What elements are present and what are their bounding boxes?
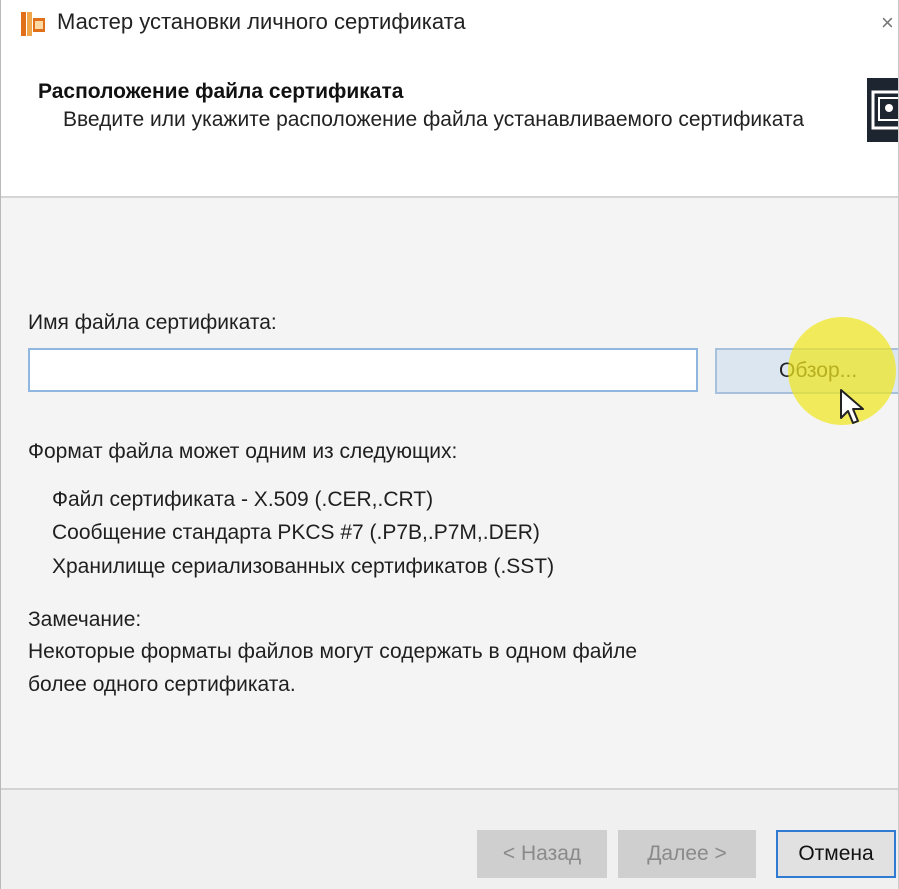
close-icon[interactable]: × — [881, 10, 894, 36]
note-line: более одного сертификата. — [28, 673, 296, 696]
note-heading: Замечание: — [28, 608, 142, 631]
mouse-pointer-icon — [840, 389, 864, 424]
certificate-header-icon — [867, 78, 898, 142]
title-bar: Мастер установки личного сертификата × — [1, 0, 898, 44]
formats-intro: Формат файла может одним из следующих: — [28, 440, 458, 463]
format-item: Сообщение стандарта PKCS #7 (.P7B,.P7M,.… — [52, 521, 540, 544]
back-button[interactable]: < Назад — [477, 830, 607, 878]
certificate-file-input[interactable] — [28, 348, 698, 392]
wizard-footer: < Назад Далее > Отмена — [1, 788, 898, 889]
certificate-wizard-window: Мастер установки личного сертификата × Р… — [0, 0, 899, 889]
window-title: Мастер установки личного сертификата — [57, 9, 466, 34]
page-title: Расположение файла сертификата — [38, 80, 404, 103]
wizard-header: Расположение файла сертификата Введите и… — [1, 44, 898, 198]
format-item: Хранилище сериализованных сертификатов (… — [52, 555, 555, 578]
cancel-button[interactable]: Отмена — [776, 830, 896, 878]
page-subtitle: Введите или укажите расположение файла у… — [63, 108, 805, 131]
certificate-app-icon — [21, 12, 45, 36]
note-line: Некоторые форматы файлов могут содержать… — [28, 640, 638, 663]
next-button[interactable]: Далее > — [618, 830, 756, 878]
file-name-label: Имя файла сертификата: — [28, 311, 277, 334]
browse-button[interactable]: Обзор... — [715, 348, 898, 394]
format-item: Файл сертификата - X.509 (.CER,.CRT) — [52, 488, 434, 511]
wizard-content: Имя файла сертификата: Обзор... Формат ф… — [1, 198, 898, 788]
